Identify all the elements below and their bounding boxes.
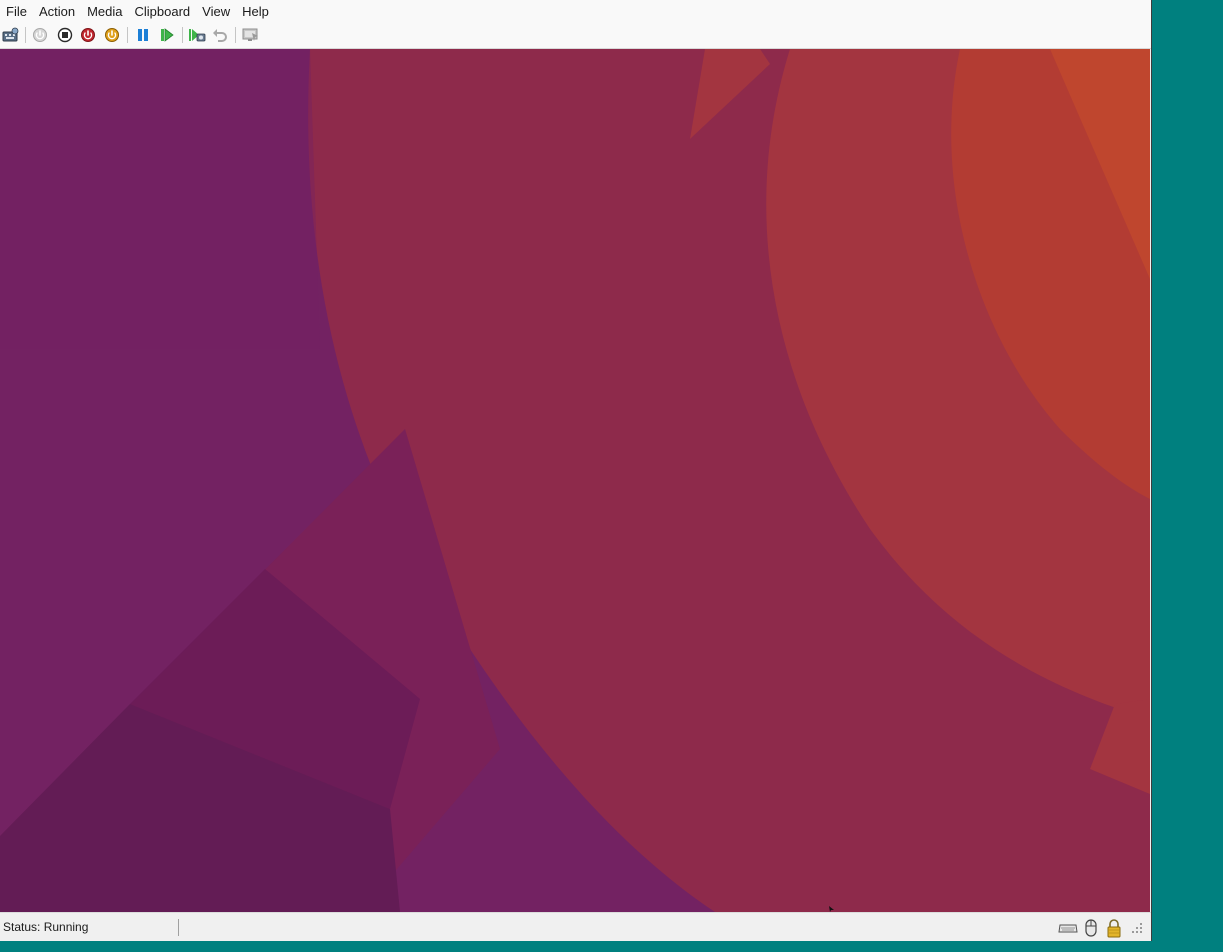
- toolbar: [0, 23, 1151, 49]
- shut-down-button[interactable]: [78, 26, 98, 44]
- lock-icon: [1107, 919, 1121, 938]
- toolbar-separator: [182, 27, 183, 43]
- toolbar-separator: [25, 27, 26, 43]
- guest-desktop-wallpaper: [0, 49, 1150, 912]
- checkpoint-button[interactable]: [187, 26, 207, 44]
- save-button[interactable]: [102, 26, 122, 44]
- menu-media[interactable]: Media: [81, 0, 128, 23]
- mouse-icon: [1085, 919, 1097, 937]
- resize-grip-icon: [1132, 923, 1142, 933]
- revert-button[interactable]: [210, 26, 230, 44]
- ctrl-alt-del-icon: [2, 27, 19, 42]
- vm-display[interactable]: [0, 49, 1150, 912]
- status-icons: [1058, 917, 1147, 939]
- toolbar-separator: [235, 27, 236, 43]
- toolbar-separator: [127, 27, 128, 43]
- vm-connection-window: File Action Media Clipboard View Help St…: [0, 0, 1152, 941]
- menu-clipboard[interactable]: Clipboard: [129, 0, 197, 23]
- lock-status: [1104, 918, 1124, 938]
- pause-button[interactable]: [133, 26, 153, 44]
- menu-bar: File Action Media Clipboard View Help: [0, 0, 1151, 23]
- shut-down-icon: [81, 28, 95, 42]
- save-icon: [105, 28, 119, 42]
- status-text: Status: Running: [3, 920, 89, 934]
- menu-action[interactable]: Action: [33, 0, 81, 23]
- start-button[interactable]: [30, 26, 50, 44]
- start-icon: [33, 28, 47, 42]
- reset-button[interactable]: [157, 26, 177, 44]
- turn-off-button[interactable]: [55, 26, 75, 44]
- checkpoint-icon: [189, 29, 206, 42]
- menu-view[interactable]: View: [196, 0, 236, 23]
- mouse-status: [1081, 918, 1101, 938]
- status-separator: [178, 919, 179, 936]
- revert-icon: [213, 29, 227, 42]
- turn-off-icon: [57, 27, 73, 43]
- resize-grip[interactable]: [1127, 918, 1147, 938]
- enhanced-session-icon: [242, 28, 258, 41]
- pause-icon: [138, 29, 148, 41]
- mouse-pointer-icon: [829, 906, 834, 912]
- keyboard-icon: [1058, 924, 1078, 933]
- ctrl-alt-del-button[interactable]: [1, 26, 21, 44]
- keyboard-status: [1058, 918, 1078, 938]
- status-bar: Status: Running: [0, 912, 1151, 941]
- menu-file[interactable]: File: [0, 0, 33, 23]
- reset-icon: [161, 28, 174, 42]
- menu-help[interactable]: Help: [236, 0, 275, 23]
- enhanced-session-button[interactable]: [241, 26, 261, 44]
